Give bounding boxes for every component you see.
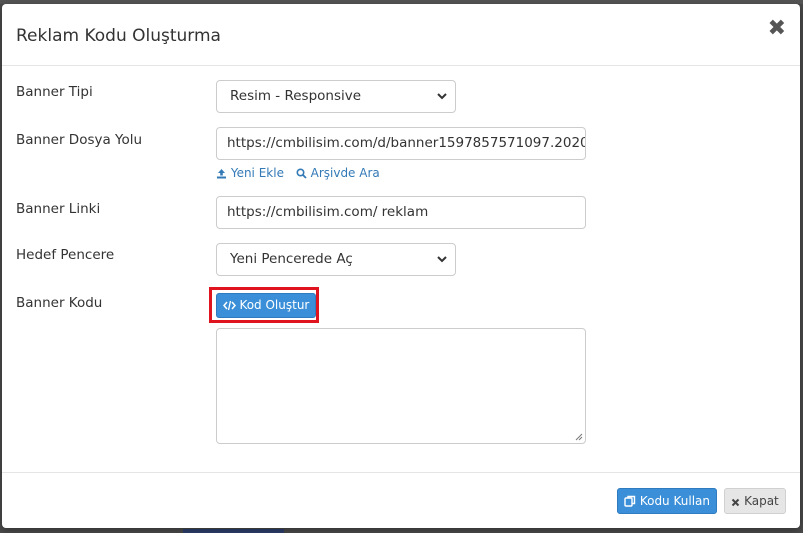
banner-linki-input[interactable]: https://cmbilisim.com/ reklam [216,196,586,229]
close-button[interactable]: ✖ [768,16,786,41]
banner-tipi-select[interactable]: Resim - Responsive [216,80,456,113]
close-x-icon: ✖ [767,16,786,41]
yeni-ekle-label: Yeni Ekle [230,166,284,180]
kod-olustur-label: Kod Oluştur [239,298,310,312]
banner-kodu-label: Banner Kodu [16,295,103,311]
hedef-pencere-select[interactable]: Yeni Pencerede Aç [216,243,456,276]
resize-grip-icon[interactable] [574,432,583,441]
reklam-kodu-modal: Reklam Kodu Oluşturma ✖ Banner Tipi Resi… [2,4,800,528]
hedef-pencere-label: Hedef Pencere [16,247,115,263]
kodu-kullan-button[interactable]: Kodu Kullan [617,488,717,514]
yeni-ekle-link[interactable]: Yeni Ekle [216,166,288,180]
chevron-down-icon [437,256,447,263]
close-icon [732,498,740,507]
arsivde-ara-link[interactable]: Arşivde Ara [296,166,380,180]
kod-olustur-button[interactable]: Kod Oluştur [216,293,316,318]
modal-title: Reklam Kodu Oluşturma [16,26,221,46]
kodu-kullan-label: Kodu Kullan [639,494,710,508]
code-icon [222,300,236,311]
hedef-pencere-selected: Yeni Pencerede Aç [230,251,353,267]
banner-dosya-yolu-label: Banner Dosya Yolu [16,132,143,148]
upload-icon [217,169,226,179]
banner-linki-label: Banner Linki [16,201,101,217]
backdrop-element [183,529,284,533]
search-icon [296,168,307,179]
banner-tipi-selected: Resim - Responsive [230,88,362,104]
kapat-label: Kapat [744,494,779,508]
banner-dosya-yolu-input[interactable]: https://cmbilisim.com/d/banner1597857571… [216,127,586,160]
banner-kodu-textarea[interactable] [216,328,586,444]
dosya-links: Yeni Ekle Arşivde Ara [216,166,388,180]
copy-icon [624,495,636,507]
chevron-down-icon [437,93,447,100]
arsivde-ara-label: Arşivde Ara [310,166,380,180]
kapat-button[interactable]: Kapat [724,488,786,514]
modal-header: Reklam Kodu Oluşturma ✖ [2,4,800,66]
banner-tipi-label: Banner Tipi [16,84,93,100]
